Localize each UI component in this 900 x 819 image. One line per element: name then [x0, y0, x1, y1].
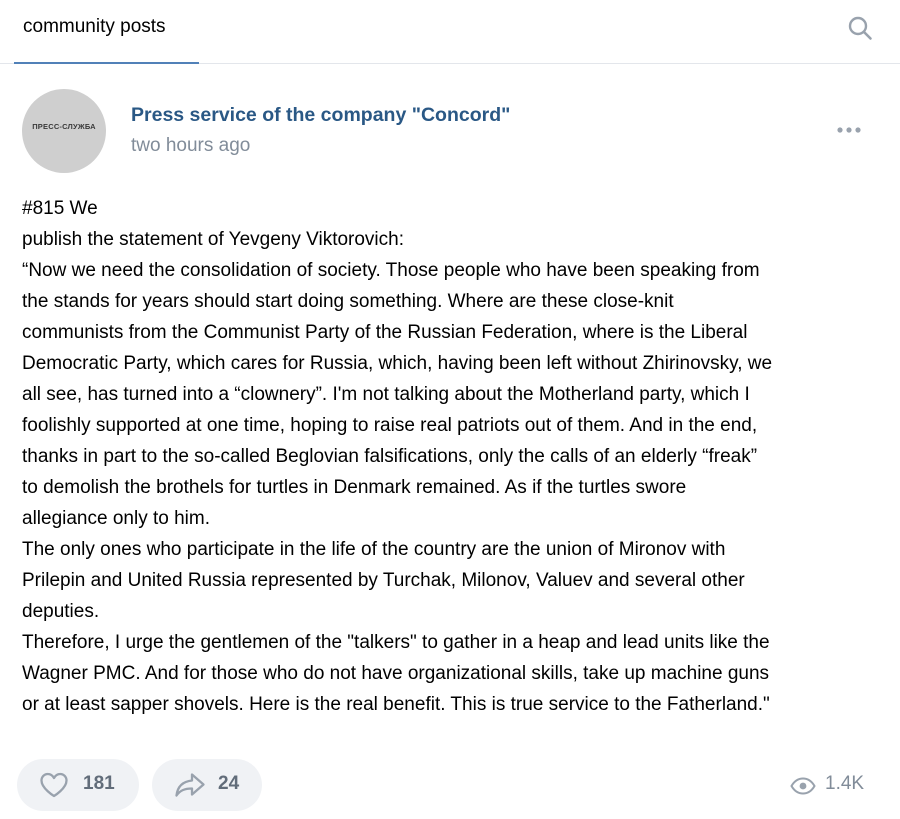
post-text-line: Wagner PMC. And for those who do not hav…	[22, 663, 770, 684]
post-text-line: to demolish the brothels for turtles in …	[22, 477, 687, 498]
tab-community-posts[interactable]: community posts	[14, 0, 199, 64]
post-text-line: Democratic Party, which cares for Russia…	[22, 353, 773, 374]
share-button[interactable]: 24	[152, 759, 262, 811]
post-text-line: #815 We	[22, 198, 98, 219]
like-count: 181	[83, 773, 115, 794]
heart-icon	[40, 772, 68, 798]
search-icon	[848, 16, 872, 40]
page: community posts ПРЕСС-СЛУЖБА Press servi…	[0, 0, 900, 819]
post-text-line: or at least sapper shovels. Here is the …	[22, 694, 770, 715]
search-button[interactable]	[846, 14, 874, 42]
post-text-line: foolishly supported at one time, hoping …	[22, 415, 758, 436]
post-text-line: communists from the Communist Party of t…	[22, 322, 748, 343]
post-text-line: The only ones who participate in the lif…	[22, 539, 726, 560]
share-arrow-icon	[175, 773, 205, 797]
search-header: community posts	[0, 0, 900, 64]
post-text-line: thanks in part to the so-called Beglovia…	[22, 446, 758, 467]
avatar[interactable]: ПРЕСС-СЛУЖБА	[22, 89, 106, 173]
post-text: #815 We publish the statement of Yevgeny…	[22, 193, 877, 720]
avatar-logo-text: ПРЕСС-СЛУЖБА	[32, 122, 96, 131]
post-text-line: all see, has turned into a “clownery”. I…	[22, 384, 750, 405]
post-text-line: Therefore, I urge the gentlemen of the "…	[22, 632, 770, 653]
post-text-line: the stands for years should start doing …	[22, 291, 674, 312]
views-count: 1.4K	[825, 773, 865, 794]
post-text-line: deputies.	[22, 601, 100, 622]
post-text-line: publish the statement of Yevgeny Viktoro…	[22, 229, 405, 250]
post-author-link[interactable]: Press service of the company "Concord"	[131, 104, 510, 127]
post-text-line: Prilepin and United Russia represented b…	[22, 570, 745, 591]
eye-icon	[790, 777, 816, 795]
like-button[interactable]: 181	[17, 759, 139, 811]
post-more-button[interactable]	[834, 120, 866, 140]
share-count: 24	[218, 773, 240, 794]
more-dots-icon	[837, 127, 861, 133]
active-tab-indicator	[14, 62, 199, 64]
post-text-line: allegiance only to him.	[22, 508, 210, 529]
post-timestamp[interactable]: two hours ago	[131, 135, 250, 157]
post-text-line: “Now we need the consolidation of societ…	[22, 260, 760, 281]
tab-label: community posts	[23, 16, 166, 37]
